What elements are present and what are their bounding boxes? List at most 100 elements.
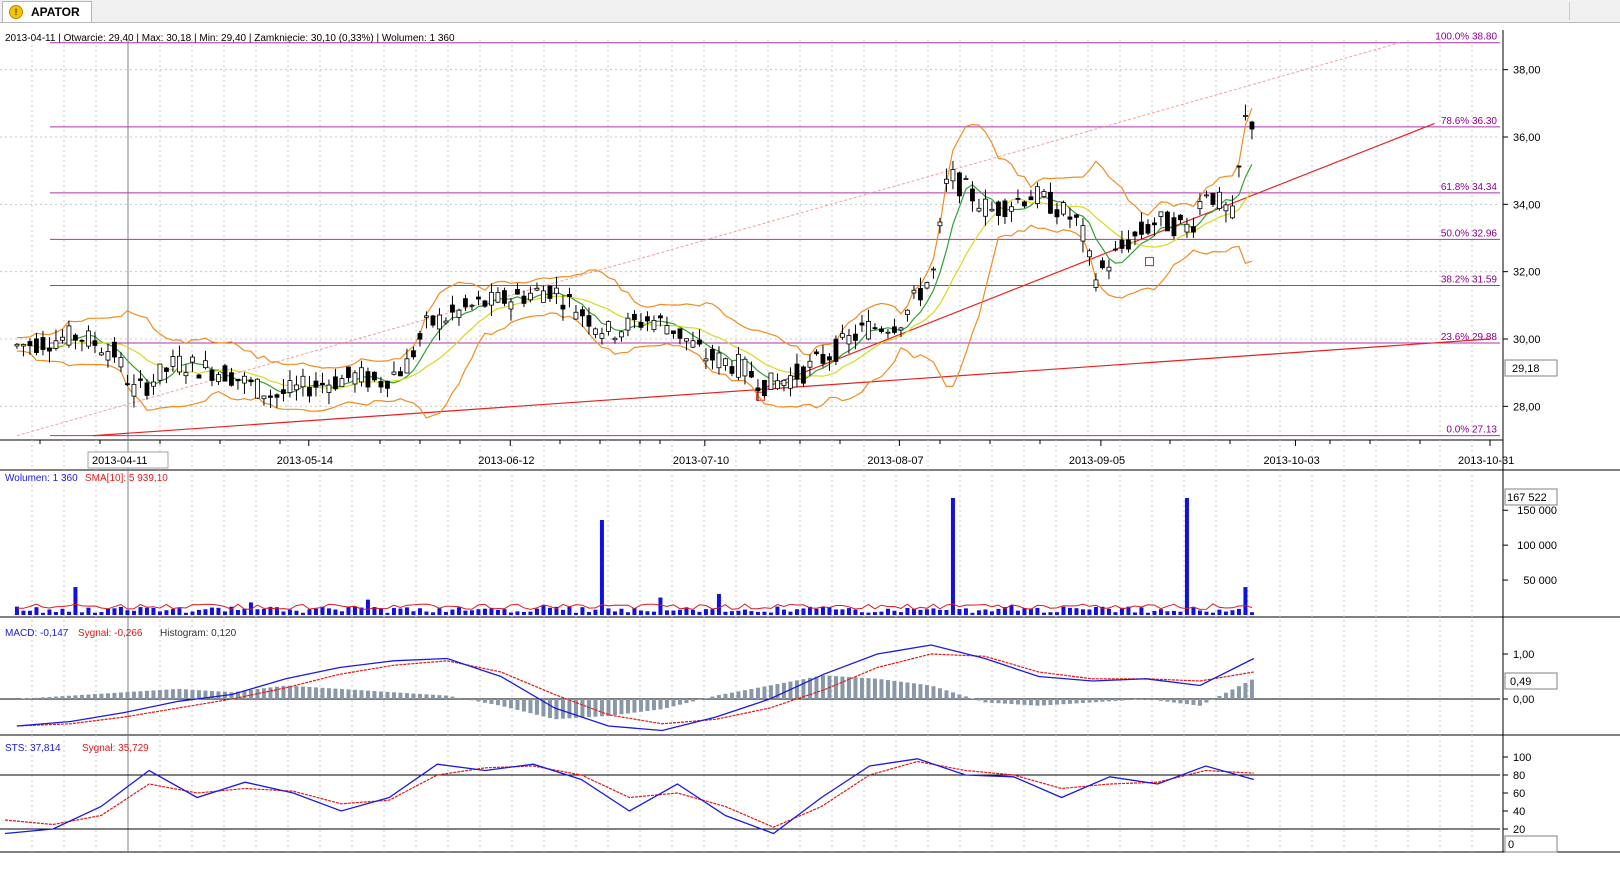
sts-legend: STS: 37,814: [5, 743, 61, 754]
candle-body: [495, 292, 501, 303]
candle-body: [268, 395, 273, 398]
macd-histogram-bar: [638, 699, 643, 712]
date-tick-label: 2013-06-12: [478, 455, 534, 467]
volume-bar: [677, 609, 682, 615]
candle-body: [898, 327, 904, 331]
macd-histogram-bar: [268, 687, 273, 699]
macd-histogram-bar: [528, 699, 533, 714]
volume-bar: [612, 611, 617, 615]
macd-histogram-bar: [976, 699, 981, 701]
macd-histogram-bar: [34, 697, 39, 699]
macd-histogram-bar: [131, 691, 136, 699]
volume-bar: [190, 611, 195, 615]
macd-histogram-bar: [352, 689, 357, 699]
candle-body: [385, 380, 390, 389]
candle-body: [1100, 260, 1105, 269]
candle-body: [131, 384, 137, 397]
macd-histogram-bar: [1080, 699, 1085, 703]
volume-bar: [593, 609, 598, 615]
candle-body: [963, 178, 969, 180]
macd-histogram-bar: [612, 699, 617, 716]
candle-body: [1152, 222, 1157, 226]
candle-body: [801, 366, 806, 384]
macd-histogram-bar: [320, 687, 325, 699]
macd-histogram-bar: [469, 699, 474, 701]
macd-histogram-bar: [963, 696, 968, 699]
candle-body: [632, 313, 637, 320]
candle-body: [437, 314, 442, 330]
tab-bar: ! APATOR: [0, 0, 1620, 23]
volume-bar: [313, 608, 318, 615]
volume-bar: [1165, 611, 1170, 615]
candle-body: [60, 336, 65, 341]
candle-body: [489, 291, 494, 306]
volume-bar: [242, 608, 247, 615]
sts-tick-label: 60: [1513, 788, 1525, 800]
volume-bar: [495, 609, 500, 615]
volume-bar: [1054, 612, 1059, 615]
candle-body: [222, 365, 228, 382]
volume-bar: [222, 611, 227, 615]
volume-bar: [385, 612, 390, 615]
volume-bar: [749, 611, 754, 615]
price-tick-label: 34,00: [1513, 199, 1541, 211]
macd-histogram-bar: [521, 699, 526, 712]
candle-body: [274, 394, 280, 398]
candle-body: [27, 341, 33, 347]
candle-body: [534, 287, 540, 291]
macd-histogram-bar: [1074, 699, 1079, 704]
volume-bar: [794, 609, 799, 615]
candle-body: [476, 296, 481, 300]
volume-bar: [723, 611, 728, 615]
macd-histogram-bar: [170, 689, 175, 699]
macd-histogram-bar: [1061, 699, 1066, 705]
volume-bar: [437, 608, 442, 615]
macd-histogram-bar: [833, 676, 838, 699]
candle-body: [794, 363, 800, 380]
candle-body: [703, 358, 709, 362]
volume-bar: [112, 608, 117, 615]
candle-body: [125, 383, 130, 386]
volume-bar: [840, 609, 845, 615]
candle-body: [1126, 239, 1131, 250]
candle-body: [924, 282, 930, 289]
macd-histogram-bar: [1236, 686, 1241, 699]
volume-tick-label: 100 000: [1517, 540, 1557, 552]
candle-body: [1048, 191, 1053, 214]
macd-histogram-bar: [417, 693, 422, 699]
tab-apator[interactable]: ! APATOR: [2, 1, 92, 22]
volume-bar: [196, 609, 201, 615]
macd-histogram-bar: [1178, 699, 1183, 704]
macd-histogram-bar: [144, 690, 149, 699]
macd-histogram-bar: [437, 695, 442, 699]
volume-bar: [736, 610, 741, 615]
volume-bar: [872, 612, 877, 615]
candle-body: [1178, 214, 1183, 221]
candle-body: [976, 207, 982, 212]
candle-body: [638, 321, 644, 328]
date-tick-label: 2013-08-07: [867, 455, 923, 467]
candle-body: [1184, 223, 1190, 233]
macd-histogram-bar: [73, 695, 78, 699]
candle-body: [300, 375, 306, 388]
price-tick-label: 28,00: [1513, 401, 1541, 413]
chart-area[interactable]: 2013-04-11 | Otwarcie: 29,40 | Max: 30,1…: [0, 23, 1620, 885]
macd-histogram-bar: [742, 690, 747, 699]
fib-label: 50.0% 32.96: [1441, 228, 1498, 239]
volume-bar: [781, 609, 786, 615]
volume-bar: [645, 611, 650, 615]
macd-histogram-bar: [723, 693, 728, 699]
candle-body: [658, 315, 663, 319]
volume-bar: [40, 612, 45, 615]
volume-bar: [1152, 610, 1157, 615]
macd-histogram-bar: [820, 675, 825, 699]
candle-body: [320, 382, 325, 386]
candle-body: [625, 317, 631, 331]
volume-bar: [1074, 608, 1079, 615]
macd-histogram-bar: [1054, 699, 1059, 705]
macd-histogram-bar: [716, 695, 721, 699]
candle-body: [697, 339, 702, 345]
macd-histogram-bar: [1100, 699, 1105, 702]
macd-histogram-bar: [853, 677, 858, 699]
volume-bar: [1178, 611, 1183, 615]
